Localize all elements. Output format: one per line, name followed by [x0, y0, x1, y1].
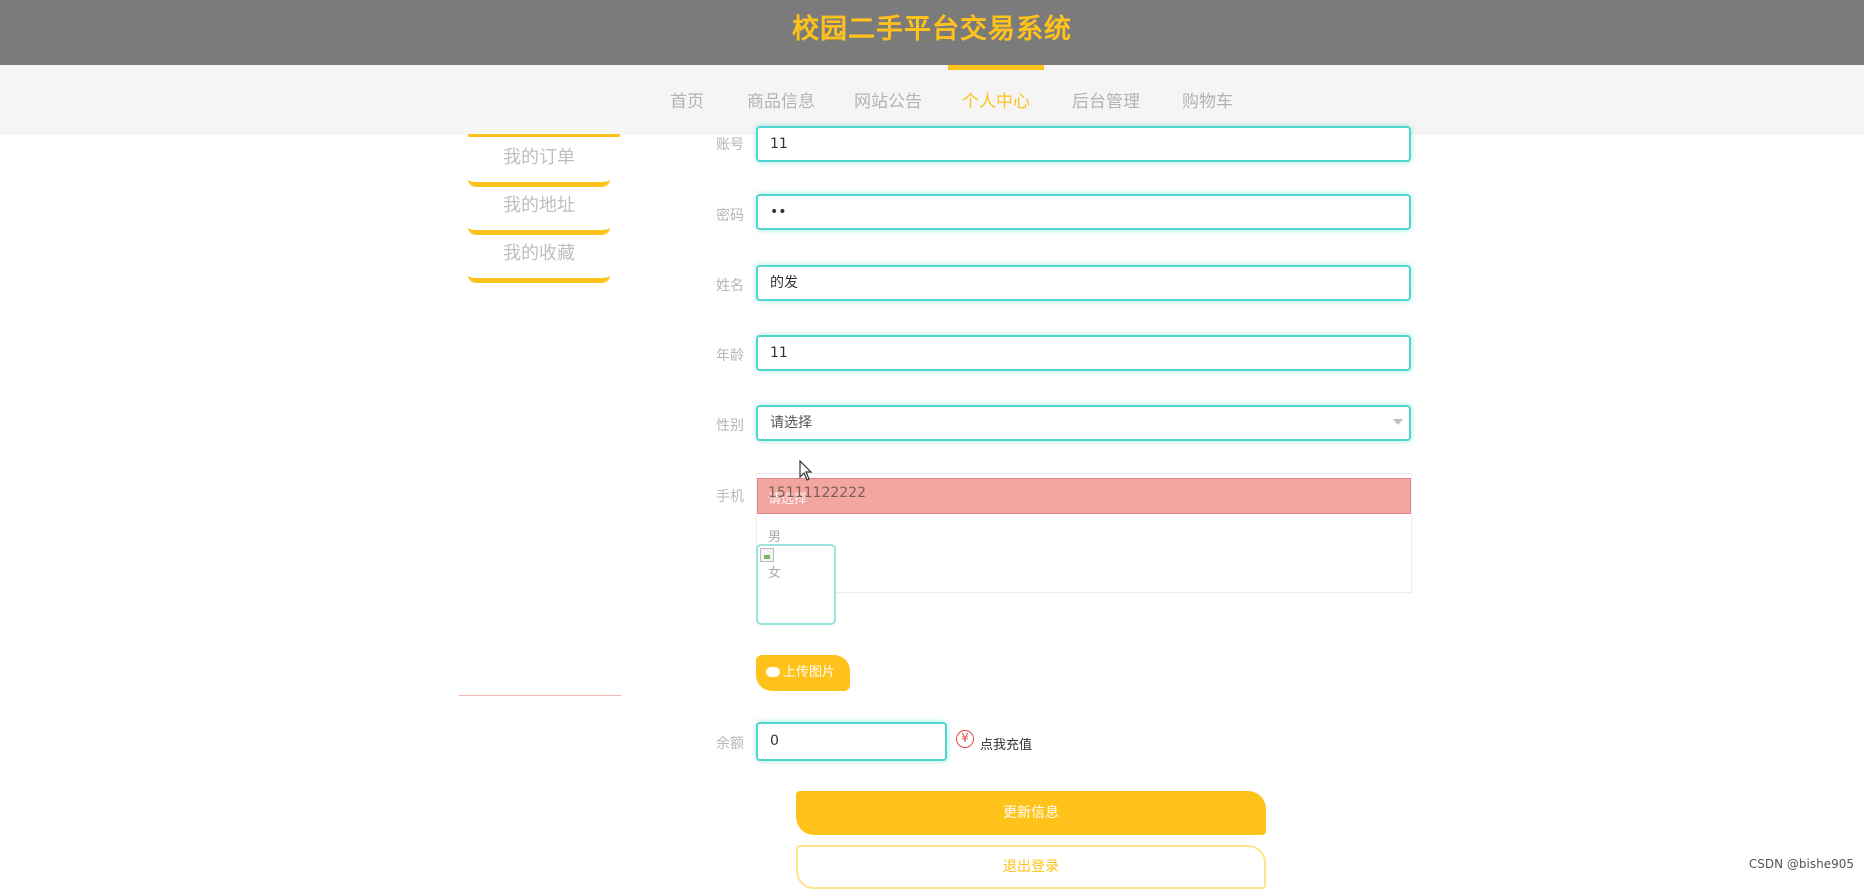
phone-label: 手机 — [716, 489, 744, 505]
account-input[interactable]: 11 — [756, 126, 1411, 162]
phone-input-value[interactable]: 15111122222 — [768, 485, 866, 501]
nav-item-admin[interactable]: 后台管理 — [1072, 65, 1140, 135]
recharge-link[interactable]: 点我充值 — [980, 734, 1032, 753]
mouse-cursor-icon — [799, 460, 813, 481]
broken-image-icon — [760, 548, 774, 562]
name-label: 姓名 — [716, 278, 744, 294]
gender-option-female[interactable]: 女 — [768, 562, 781, 581]
age-label: 年龄 — [716, 348, 744, 364]
sidebar-bottom-divider — [459, 695, 621, 696]
update-info-button[interactable]: 更新信息 — [796, 791, 1266, 835]
sidebar-item-orders[interactable]: 我的订单 — [468, 136, 610, 187]
sidebar-item-favorites[interactable]: 我的收藏 — [468, 232, 610, 283]
password-label: 密码 — [716, 208, 744, 224]
upload-image-button[interactable]: 上传图片 — [756, 655, 850, 691]
nav-item-products[interactable]: 商品信息 — [747, 65, 815, 135]
chevron-down-icon — [1393, 419, 1403, 425]
nav-item-announcements[interactable]: 网站公告 — [854, 65, 922, 135]
watermark-text: CSDN @bishe905 — [1748, 857, 1854, 871]
gender-select[interactable]: 请选择 — [756, 405, 1411, 441]
account-label: 账号 — [716, 137, 744, 153]
logout-button[interactable]: 退出登录 — [796, 845, 1266, 889]
name-input[interactable]: 的发 — [756, 265, 1411, 301]
balance-label: 余额 — [716, 736, 744, 752]
nav-bar — [0, 65, 1864, 135]
nav-item-home[interactable]: 首页 — [670, 65, 704, 135]
password-input[interactable]: •• — [756, 194, 1411, 230]
upload-button-label: 上传图片 — [783, 665, 836, 680]
nav-item-personal-center[interactable]: 个人中心 — [962, 65, 1030, 135]
age-input[interactable]: 11 — [756, 335, 1411, 371]
site-title: 校园二手平台交易系统 — [792, 14, 1072, 45]
gender-label: 性别 — [716, 418, 744, 434]
gender-option-male[interactable]: 男 — [768, 526, 781, 545]
yen-icon[interactable]: ¥ — [956, 730, 974, 748]
cloud-upload-icon — [766, 666, 780, 677]
nav-item-cart[interactable]: 购物车 — [1182, 65, 1233, 135]
balance-input[interactable]: 0 — [756, 722, 947, 761]
sidebar-item-addresses[interactable]: 我的地址 — [468, 184, 610, 235]
